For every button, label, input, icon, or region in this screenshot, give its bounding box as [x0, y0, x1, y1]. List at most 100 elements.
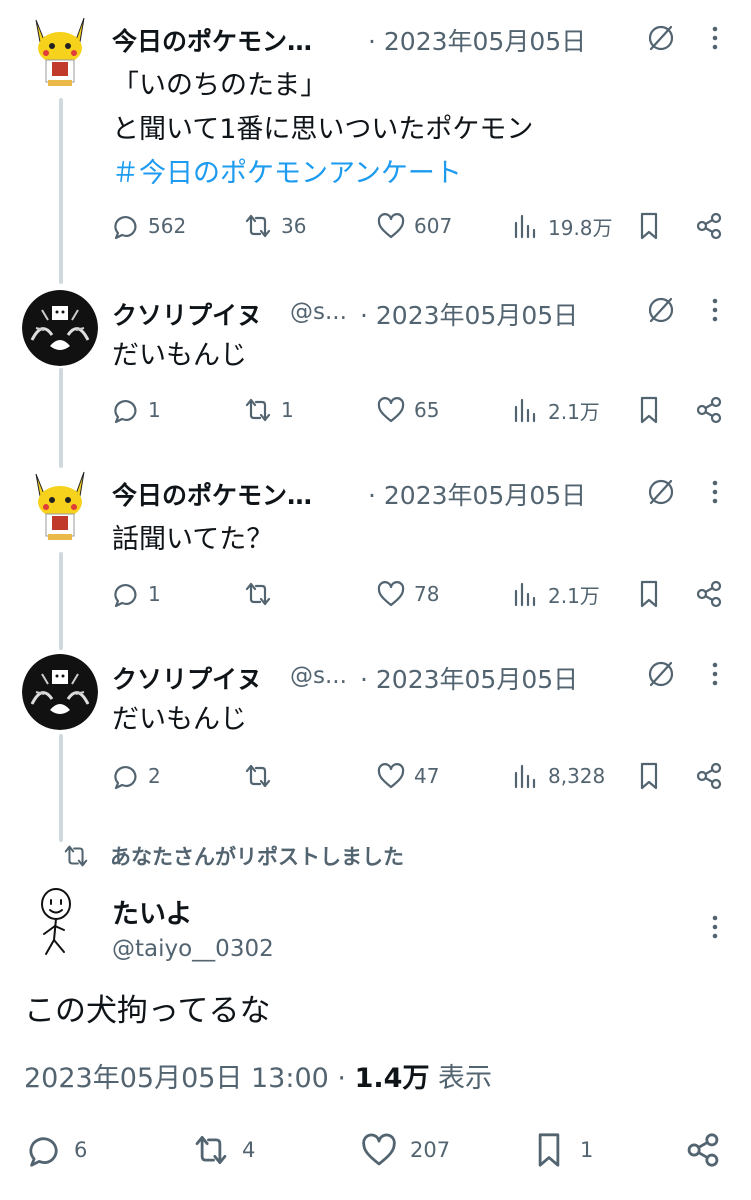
- share-icon: [696, 762, 722, 790]
- grok-icon[interactable]: [645, 294, 677, 326]
- heart-icon: [362, 1133, 396, 1166]
- pikachu-avatar[interactable]: [22, 14, 98, 90]
- bookmark-icon: [640, 396, 658, 424]
- user-handle[interactable]: @s...: [290, 299, 347, 325]
- like-button[interactable]: 207: [360, 1126, 450, 1174]
- display-name[interactable]: クソリプイヌ: [112, 296, 262, 332]
- views-button[interactable]: 19.8万: [510, 206, 613, 246]
- bookmark-count: 1: [580, 1138, 594, 1162]
- tweet-text: だいもんじ: [112, 704, 247, 735]
- repost-button[interactable]: [243, 756, 281, 796]
- like-button[interactable]: 47: [376, 756, 439, 796]
- views-button[interactable]: 2.1万: [510, 390, 600, 430]
- more-options-icon[interactable]: [703, 658, 727, 690]
- repost-button[interactable]: 36: [243, 206, 306, 246]
- share-button[interactable]: [684, 1126, 734, 1174]
- tweet[interactable]: 今日のポケモン… · 2023年05月05日 「いのちのたま」 と聞いて1番に思…: [0, 0, 751, 270]
- bookmark-button[interactable]: [634, 390, 672, 430]
- display-name[interactable]: 今日のポケモン…: [112, 22, 312, 58]
- tweet-date[interactable]: · 2023年05月05日: [360, 296, 578, 332]
- reply-button[interactable]: 2: [110, 756, 161, 796]
- display-name[interactable]: 今日のポケモン…: [112, 476, 312, 512]
- tweet-actions: 2 47 8,328: [110, 756, 740, 796]
- views-button[interactable]: 8,328: [510, 756, 605, 796]
- display-name[interactable]: クソリプイヌ: [112, 660, 262, 696]
- grok-icon[interactable]: [645, 658, 677, 690]
- reply-button[interactable]: 6: [24, 1126, 87, 1174]
- grok-icon[interactable]: [645, 476, 677, 508]
- repost-icon: [245, 582, 271, 606]
- repost-count: 4: [242, 1138, 256, 1162]
- heart-icon: [377, 213, 405, 239]
- grok-icon[interactable]: [645, 22, 677, 54]
- views-chart-icon: [514, 764, 536, 789]
- dog-avatar[interactable]: [22, 654, 98, 730]
- more-options-icon[interactable]: [703, 476, 727, 508]
- bookmark-button[interactable]: [634, 206, 672, 246]
- repost-button[interactable]: 4: [192, 1126, 255, 1174]
- pikachu-avatar[interactable]: [22, 468, 98, 544]
- repost-button[interactable]: 1: [243, 390, 294, 430]
- user-handle[interactable]: @taiyo__0302: [112, 936, 274, 962]
- repost-icon: [245, 398, 271, 422]
- tweet-date[interactable]: · 2023年05月05日: [368, 22, 586, 58]
- like-button[interactable]: 607: [376, 206, 452, 246]
- share-button[interactable]: [694, 390, 732, 430]
- like-count: 65: [414, 398, 440, 422]
- reply-button[interactable]: 1: [110, 390, 161, 430]
- heart-icon: [377, 763, 405, 789]
- bookmark-icon: [640, 762, 658, 790]
- bookmark-button[interactable]: [634, 574, 672, 614]
- hashtag-link[interactable]: ＃今日のポケモンアンケート: [112, 152, 533, 196]
- bookmark-icon: [640, 212, 658, 240]
- reply-icon: [114, 216, 137, 240]
- bookmark-icon: [640, 580, 658, 608]
- tweet-date[interactable]: · 2023年05月05日: [360, 660, 578, 696]
- tweet-actions: 1 78 2.1万: [110, 574, 740, 614]
- tweet-actions: 1 1 65 2.1万: [110, 390, 740, 430]
- reply-button[interactable]: 562: [110, 206, 186, 246]
- tweet[interactable]: 今日のポケモン… · 2023年05月05日 話聞いてた？ 1 78 2.1万: [0, 454, 751, 638]
- more-options-icon[interactable]: [703, 22, 727, 54]
- views-button[interactable]: 2.1万: [510, 574, 600, 614]
- repost-icon: [64, 845, 88, 867]
- separator: ·: [337, 1063, 347, 1094]
- tweet[interactable]: クソリプイヌ @s... · 2023年05月05日 だいもんじ 1 1 65 …: [0, 270, 751, 454]
- views-count: 2.1万: [548, 583, 600, 608]
- like-button[interactable]: 65: [376, 390, 439, 430]
- share-button[interactable]: [694, 206, 732, 246]
- tweet-actions: 562 36 607 19.8万: [110, 206, 740, 246]
- like-count: 207: [410, 1138, 451, 1162]
- share-icon: [696, 396, 722, 424]
- more-options-icon[interactable]: [703, 911, 727, 943]
- share-icon: [696, 212, 722, 240]
- dog-avatar[interactable]: [22, 290, 98, 366]
- timestamp[interactable]: 2023年05月05日 13:00: [24, 1063, 329, 1094]
- views-chart-icon: [514, 214, 536, 239]
- repost-count: 1: [281, 398, 294, 422]
- bookmark-button[interactable]: [634, 756, 672, 796]
- tweet[interactable]: クソリプイヌ @s... · 2023年05月05日 だいもんじ 2 47 8,…: [0, 636, 751, 826]
- share-button[interactable]: [694, 756, 732, 796]
- tweet-text: 話聞いてた？: [112, 524, 274, 555]
- share-button[interactable]: [694, 574, 732, 614]
- repost-icon: [245, 764, 271, 788]
- views-count: 19.8万: [548, 215, 613, 240]
- reply-icon: [114, 766, 137, 790]
- more-options-icon[interactable]: [703, 294, 727, 326]
- views-count: 1.4万: [354, 1063, 430, 1094]
- reply-icon: [29, 1137, 58, 1167]
- like-count: 78: [414, 582, 440, 606]
- stick-figure-avatar[interactable]: [30, 886, 90, 958]
- display-name[interactable]: たいよ: [112, 892, 192, 931]
- like-button[interactable]: 78: [376, 574, 439, 614]
- user-handle[interactable]: @s...: [290, 663, 347, 689]
- reply-button[interactable]: 1: [110, 574, 161, 614]
- tweet-date[interactable]: · 2023年05月05日: [368, 476, 586, 512]
- repost-icon: [245, 214, 271, 238]
- bookmark-button[interactable]: 1: [530, 1126, 593, 1174]
- views-chart-icon: [514, 582, 536, 607]
- repost-button[interactable]: [243, 574, 281, 614]
- tweet-text: 「いのちのたま」 と聞いて1番に思いついたポケモン ＃今日のポケモンアンケート: [112, 64, 533, 196]
- reply-count: 2: [148, 764, 161, 788]
